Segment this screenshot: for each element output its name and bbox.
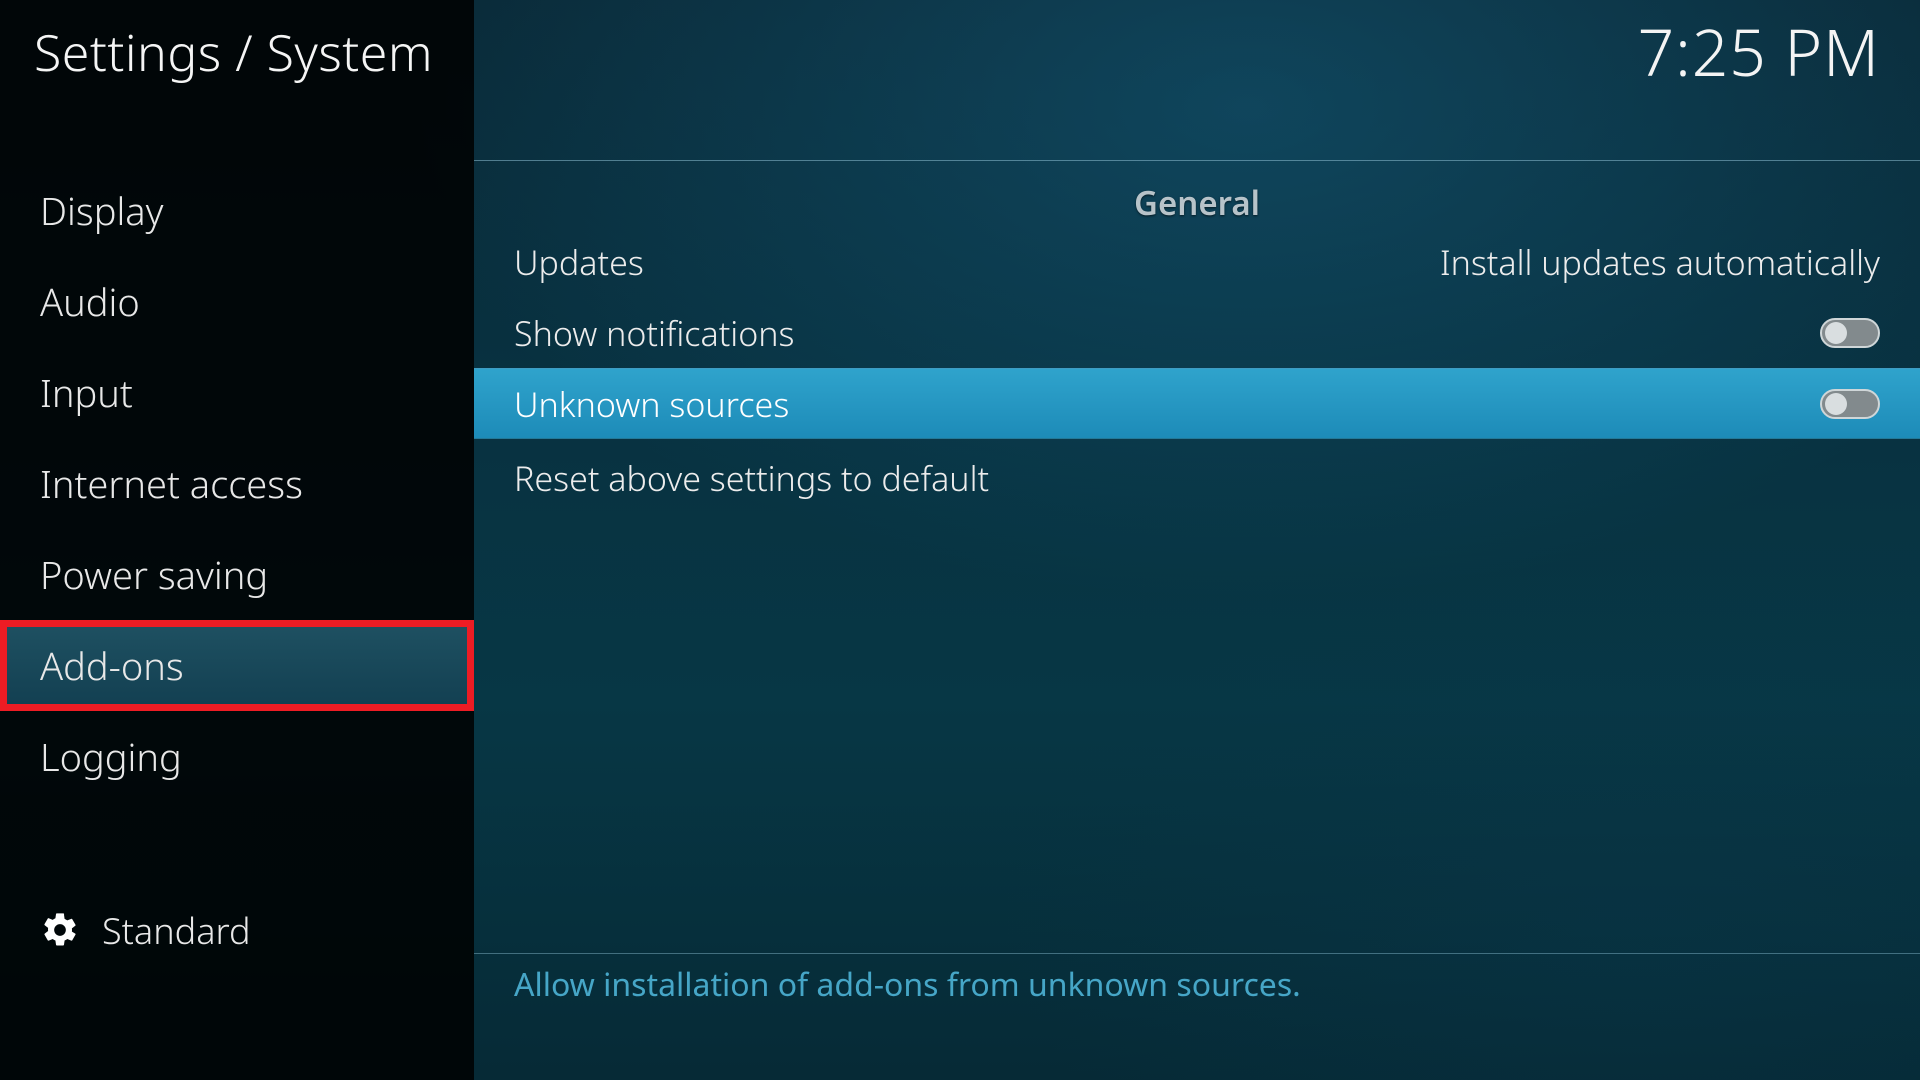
settings-rows: Updates Install updates automatically Sh… [474, 226, 1920, 517]
setting-unknown-sources[interactable]: Unknown sources [474, 368, 1920, 439]
toggle-knob [1825, 322, 1847, 344]
footer-divider [474, 953, 1920, 954]
sidebar-item-label: Power saving [40, 549, 268, 601]
sidebar-item-logging[interactable]: Logging [0, 711, 474, 802]
sidebar: Settings / System Display Audio Input In… [0, 0, 474, 1080]
setting-label: Reset above settings to default [514, 455, 989, 501]
content-area: General Updates Install updates automati… [474, 160, 1920, 1080]
sidebar-item-label: Logging [40, 731, 182, 783]
setting-label: Updates [514, 239, 644, 285]
settings-level-label: Standard [102, 906, 251, 955]
content-divider [474, 160, 1920, 161]
setting-label: Unknown sources [514, 381, 789, 427]
sidebar-list: Display Audio Input Internet access Powe… [0, 165, 474, 802]
setting-label: Show notifications [514, 310, 794, 356]
clock: 7:25 PM [1638, 8, 1880, 95]
toggle-knob [1825, 393, 1847, 415]
sidebar-item-label: Add-ons [40, 640, 184, 692]
setting-description: Allow installation of add-ons from unkno… [514, 963, 1880, 1006]
sidebar-item-power-saving[interactable]: Power saving [0, 529, 474, 620]
sidebar-item-label: Input [40, 367, 133, 419]
section-header-general: General [474, 180, 1920, 225]
setting-reset-defaults[interactable]: Reset above settings to default [474, 439, 1920, 517]
setting-value: Install updates automatically [1440, 239, 1880, 285]
setting-updates[interactable]: Updates Install updates automatically [474, 226, 1920, 297]
toggle-unknown-sources[interactable] [1820, 389, 1880, 419]
breadcrumb: Settings / System [34, 18, 433, 86]
settings-level-button[interactable]: Standard [0, 890, 474, 970]
sidebar-item-audio[interactable]: Audio [0, 256, 474, 347]
sidebar-item-label: Display [40, 185, 164, 237]
gear-icon [40, 910, 80, 950]
sidebar-item-label: Audio [40, 276, 140, 328]
toggle-show-notifications[interactable] [1820, 318, 1880, 348]
sidebar-item-label: Internet access [40, 458, 303, 510]
setting-show-notifications[interactable]: Show notifications [474, 297, 1920, 368]
sidebar-item-internet-access[interactable]: Internet access [0, 438, 474, 529]
sidebar-item-display[interactable]: Display [0, 165, 474, 256]
sidebar-item-add-ons[interactable]: Add-ons [0, 620, 474, 711]
sidebar-item-input[interactable]: Input [0, 347, 474, 438]
